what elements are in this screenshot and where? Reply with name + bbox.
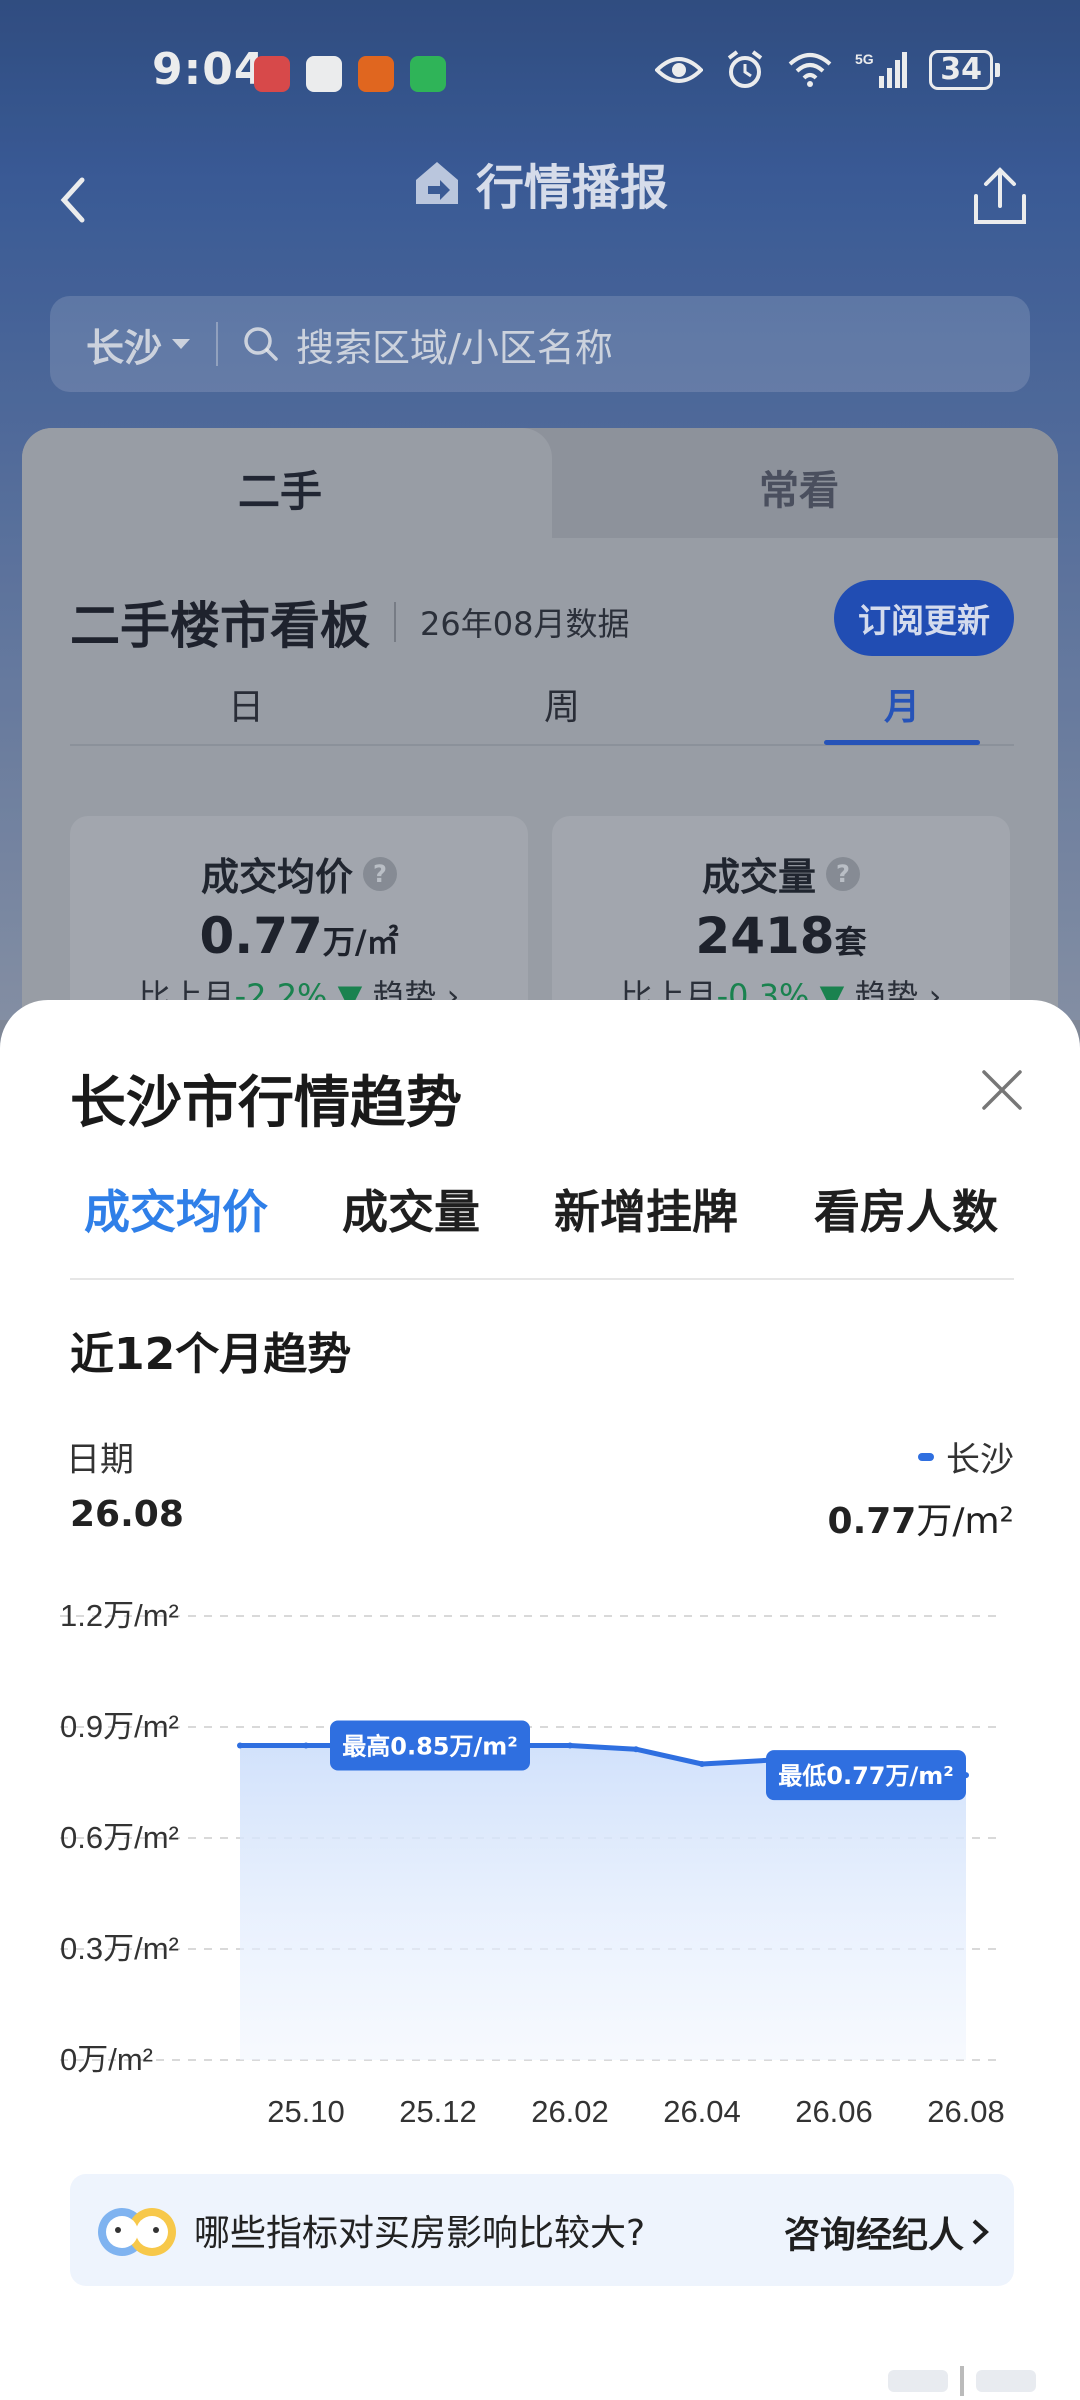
annotation-label: 最高0.85万/m² <box>342 1733 518 1761</box>
y-tick-label: 0.6万/m² <box>60 1820 179 1855</box>
mascot-avatar <box>96 2202 178 2258</box>
y-tick-label: 1.2万/m² <box>60 1598 179 1633</box>
data-point <box>303 1742 309 1749</box>
consult-agent-link[interactable]: 咨询经纪人 <box>784 2206 990 2258</box>
date-label: 日期 <box>66 1440 134 1480</box>
data-point <box>699 1761 705 1767</box>
background-page: 9:04 5G 34 行情播报 长沙 搜索区域/小区名称 二手 常看 二手楼市看… <box>0 0 1080 1048</box>
x-tick-label: 26.04 <box>663 2094 741 2129</box>
annotation-label: 最低0.77万/m² <box>778 1762 954 1790</box>
y-tick-label: 0.3万/m² <box>60 1931 179 1966</box>
y-tick-label: 0万/m² <box>60 2042 153 2077</box>
data-point <box>633 1746 639 1753</box>
legend-name: 长沙 <box>946 1440 1014 1480</box>
data-point <box>237 1742 243 1749</box>
metric-tabs: 成交均价 成交量 新增挂牌 看房人数 <box>70 1176 1014 1280</box>
y-tick-label: 0.9万/m² <box>60 1709 179 1744</box>
trend-sheet: 长沙市行情趋势 成交均价 成交量 新增挂牌 看房人数 近12个月趋势 日期 26… <box>0 1000 1080 2400</box>
sheet-title: 长沙市行情趋势 <box>70 1071 462 1136</box>
data-point <box>567 1742 573 1749</box>
tab-avg-price[interactable]: 成交均价 <box>84 1176 268 1242</box>
tip-text: 哪些指标对买房影响比较大? <box>194 2213 646 2254</box>
tab-viewers[interactable]: 看房人数 <box>814 1176 998 1242</box>
section-title: 近12个月趋势 <box>70 1329 352 1380</box>
chart-legend: 长沙 <box>918 1432 1014 1481</box>
legend-swatch <box>918 1452 934 1461</box>
trend-chart[interactable]: 0万/m² 0.3万/m² 0.6万/m² 0.9万/m² 1.2万/m² 25.10 25… <box>0 1590 1080 2150</box>
x-tick-label: 25.10 <box>267 2094 345 2129</box>
modal-overlay[interactable] <box>0 0 1080 1020</box>
tab-volume[interactable]: 成交量 <box>342 1176 480 1242</box>
legend-value: 0.77万/m² <box>827 1501 1014 1542</box>
close-icon[interactable] <box>980 1068 1024 1112</box>
x-tick-label: 26.02 <box>531 2094 609 2129</box>
chevron-right-icon <box>972 2219 989 2245</box>
tab-new-listings[interactable]: 新增挂牌 <box>554 1176 738 1242</box>
x-tick-label: 26.06 <box>795 2094 873 2129</box>
system-watermark <box>888 2364 1038 2398</box>
x-tick-label: 25.12 <box>399 2094 477 2129</box>
date-value: 26.08 <box>70 1494 184 1535</box>
tip-banner[interactable]: 哪些指标对买房影响比较大? 咨询经纪人 <box>70 2174 1014 2286</box>
x-tick-label: 26.08 <box>927 2094 1005 2129</box>
